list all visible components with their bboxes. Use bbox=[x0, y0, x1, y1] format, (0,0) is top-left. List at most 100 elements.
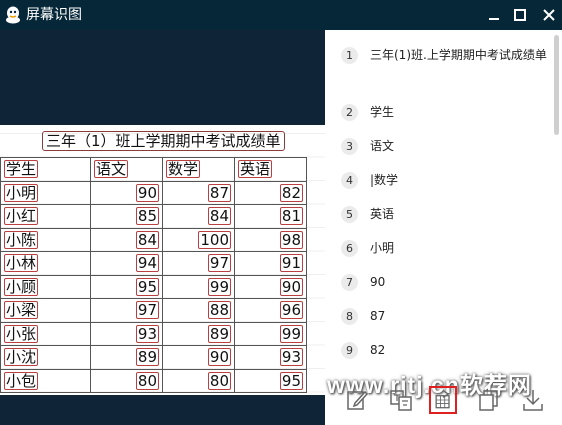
table-header-cell: 学生 bbox=[0, 157, 91, 182]
translate-icon[interactable] bbox=[387, 386, 415, 414]
recognized-text-box: 小林 bbox=[4, 254, 39, 273]
result-index-badge: 6 bbox=[341, 240, 358, 257]
table-row: 小陈 84 100 98 bbox=[0, 227, 307, 252]
table-cell: 97 bbox=[90, 298, 163, 323]
table-cell: 小明 bbox=[0, 180, 91, 205]
result-text[interactable]: 87 bbox=[370, 306, 548, 327]
recognized-text-box: 93 bbox=[135, 324, 159, 343]
recognized-text-box: 96 bbox=[279, 301, 303, 320]
table-cell: 95 bbox=[90, 274, 163, 299]
recognized-text-box: 90 bbox=[135, 183, 159, 202]
result-text[interactable]: 90 bbox=[370, 272, 548, 293]
table-cell: 小红 bbox=[0, 204, 91, 229]
result-index-badge: 3 bbox=[341, 138, 358, 155]
table-cell: 小陈 bbox=[0, 227, 91, 252]
table-row: 小沈 89 90 93 bbox=[0, 345, 307, 370]
recognized-text-box: 小陈 bbox=[4, 230, 39, 249]
recognized-text-box: 小顾 bbox=[4, 277, 39, 296]
table-cell: 90 bbox=[162, 345, 235, 370]
recognized-text-box: 82 bbox=[279, 183, 303, 202]
table-cell: 95 bbox=[234, 368, 307, 393]
export-excel-icon[interactable] bbox=[429, 386, 457, 414]
result-text[interactable]: 语文 bbox=[370, 136, 548, 157]
recognized-text-box: 80 bbox=[135, 371, 159, 390]
table-cell: 89 bbox=[90, 345, 163, 370]
table-cell: 93 bbox=[90, 321, 163, 346]
table-row: 小明 90 87 82 bbox=[0, 180, 307, 205]
table-cell: 100 bbox=[162, 227, 235, 252]
result-text[interactable]: |数学 bbox=[370, 170, 548, 191]
recognized-text-box: 语文 bbox=[94, 160, 129, 179]
recognized-text-box: 93 bbox=[279, 348, 303, 367]
table-header-cell: 英语 bbox=[234, 157, 307, 182]
recognized-text-box: 小包 bbox=[4, 371, 39, 390]
result-index-badge: 1 bbox=[341, 47, 358, 64]
recognized-text-box: 98 bbox=[279, 230, 303, 249]
table-row: 小包 80 80 95 bbox=[0, 368, 307, 393]
table-cell: 97 bbox=[162, 251, 235, 276]
download-icon[interactable] bbox=[519, 386, 547, 414]
table-row: 小顾 95 99 90 bbox=[0, 274, 307, 299]
table-cell: 84 bbox=[162, 204, 235, 229]
table-header-row: 学生 语文 数学 英语 bbox=[0, 157, 307, 182]
edit-icon[interactable] bbox=[343, 386, 371, 414]
recognized-text-box: 87 bbox=[207, 183, 231, 202]
recognized-text-box: 95 bbox=[135, 277, 159, 296]
table-cell: 小包 bbox=[0, 368, 91, 393]
sheet-title: 三年（1）班上学期期中考试成绩单 bbox=[42, 131, 285, 151]
recognized-text-box: 90 bbox=[207, 348, 231, 367]
recognized-text-box: 数学 bbox=[166, 160, 201, 179]
table-cell: 96 bbox=[234, 298, 307, 323]
table-cell: 87 bbox=[162, 180, 235, 205]
table-cell: 99 bbox=[162, 274, 235, 299]
table-cell: 90 bbox=[234, 274, 307, 299]
recognized-text-box: 97 bbox=[207, 254, 231, 273]
recognized-text-box: 小张 bbox=[4, 324, 39, 343]
table-cell: 小顾 bbox=[0, 274, 91, 299]
table-cell: 94 bbox=[90, 251, 163, 276]
result-index-badge: 9 bbox=[341, 342, 358, 359]
result-index-badge: 4 bbox=[341, 172, 358, 189]
recognized-text-box: 英语 bbox=[238, 160, 273, 179]
recognized-text-box: 94 bbox=[135, 254, 159, 273]
recognized-text-box: 小沈 bbox=[4, 348, 39, 367]
result-index-badge: 2 bbox=[341, 104, 358, 121]
recognized-text-box: 学生 bbox=[4, 160, 39, 179]
recognized-text-box: 90 bbox=[279, 277, 303, 296]
table-cell: 80 bbox=[90, 368, 163, 393]
recognized-text-box: 84 bbox=[135, 230, 159, 249]
table-cell: 99 bbox=[234, 321, 307, 346]
result-text[interactable]: 学生 bbox=[370, 102, 548, 123]
table-cell: 98 bbox=[234, 227, 307, 252]
recognized-text-box: 99 bbox=[279, 324, 303, 343]
result-text[interactable]: 小明 bbox=[370, 238, 548, 259]
table-cell: 82 bbox=[234, 180, 307, 205]
result-text[interactable]: 英语 bbox=[370, 204, 548, 225]
recognized-text-box: 95 bbox=[279, 371, 303, 390]
table-cell: 88 bbox=[162, 298, 235, 323]
table-cell: 90 bbox=[90, 180, 163, 205]
recognized-text-box: 80 bbox=[207, 371, 231, 390]
score-table: 学生 语文 数学 英语 小明 90 87 82 小红 85 84 81 小陈 84 100 98 小林 94 97 9… bbox=[0, 157, 307, 393]
table-cell: 93 bbox=[234, 345, 307, 370]
table-cell: 85 bbox=[90, 204, 163, 229]
result-index-badge: 7 bbox=[341, 274, 358, 291]
close-icon[interactable] bbox=[539, 5, 559, 25]
result-text[interactable]: 82 bbox=[370, 340, 548, 361]
table-row: 小林 94 97 91 bbox=[0, 251, 307, 276]
window-title: 屏幕识图 bbox=[26, 7, 82, 23]
minimize-icon[interactable] bbox=[484, 5, 504, 25]
results-scrollbar[interactable] bbox=[554, 35, 559, 135]
app-logo-icon bbox=[6, 6, 20, 24]
recognized-text-box: 小红 bbox=[4, 207, 39, 226]
table-row: 小张 93 89 99 bbox=[0, 321, 307, 346]
table-cell: 91 bbox=[234, 251, 307, 276]
copy-icon[interactable] bbox=[475, 386, 503, 414]
image-preview-pane: 三年（1）班上学期期中考试成绩单 学生 语文 数学 英语 小明 90 87 82 小红 85 84 8… bbox=[0, 30, 325, 425]
recognized-text-box: 89 bbox=[207, 324, 231, 343]
recognized-text-box: 89 bbox=[135, 348, 159, 367]
result-text[interactable]: 三年(1)班.上学期期中考试成绩单 bbox=[370, 45, 548, 66]
recognized-text-box: 100 bbox=[198, 230, 231, 249]
table-header-cell: 语文 bbox=[90, 157, 163, 182]
maximize-icon[interactable] bbox=[510, 5, 530, 25]
